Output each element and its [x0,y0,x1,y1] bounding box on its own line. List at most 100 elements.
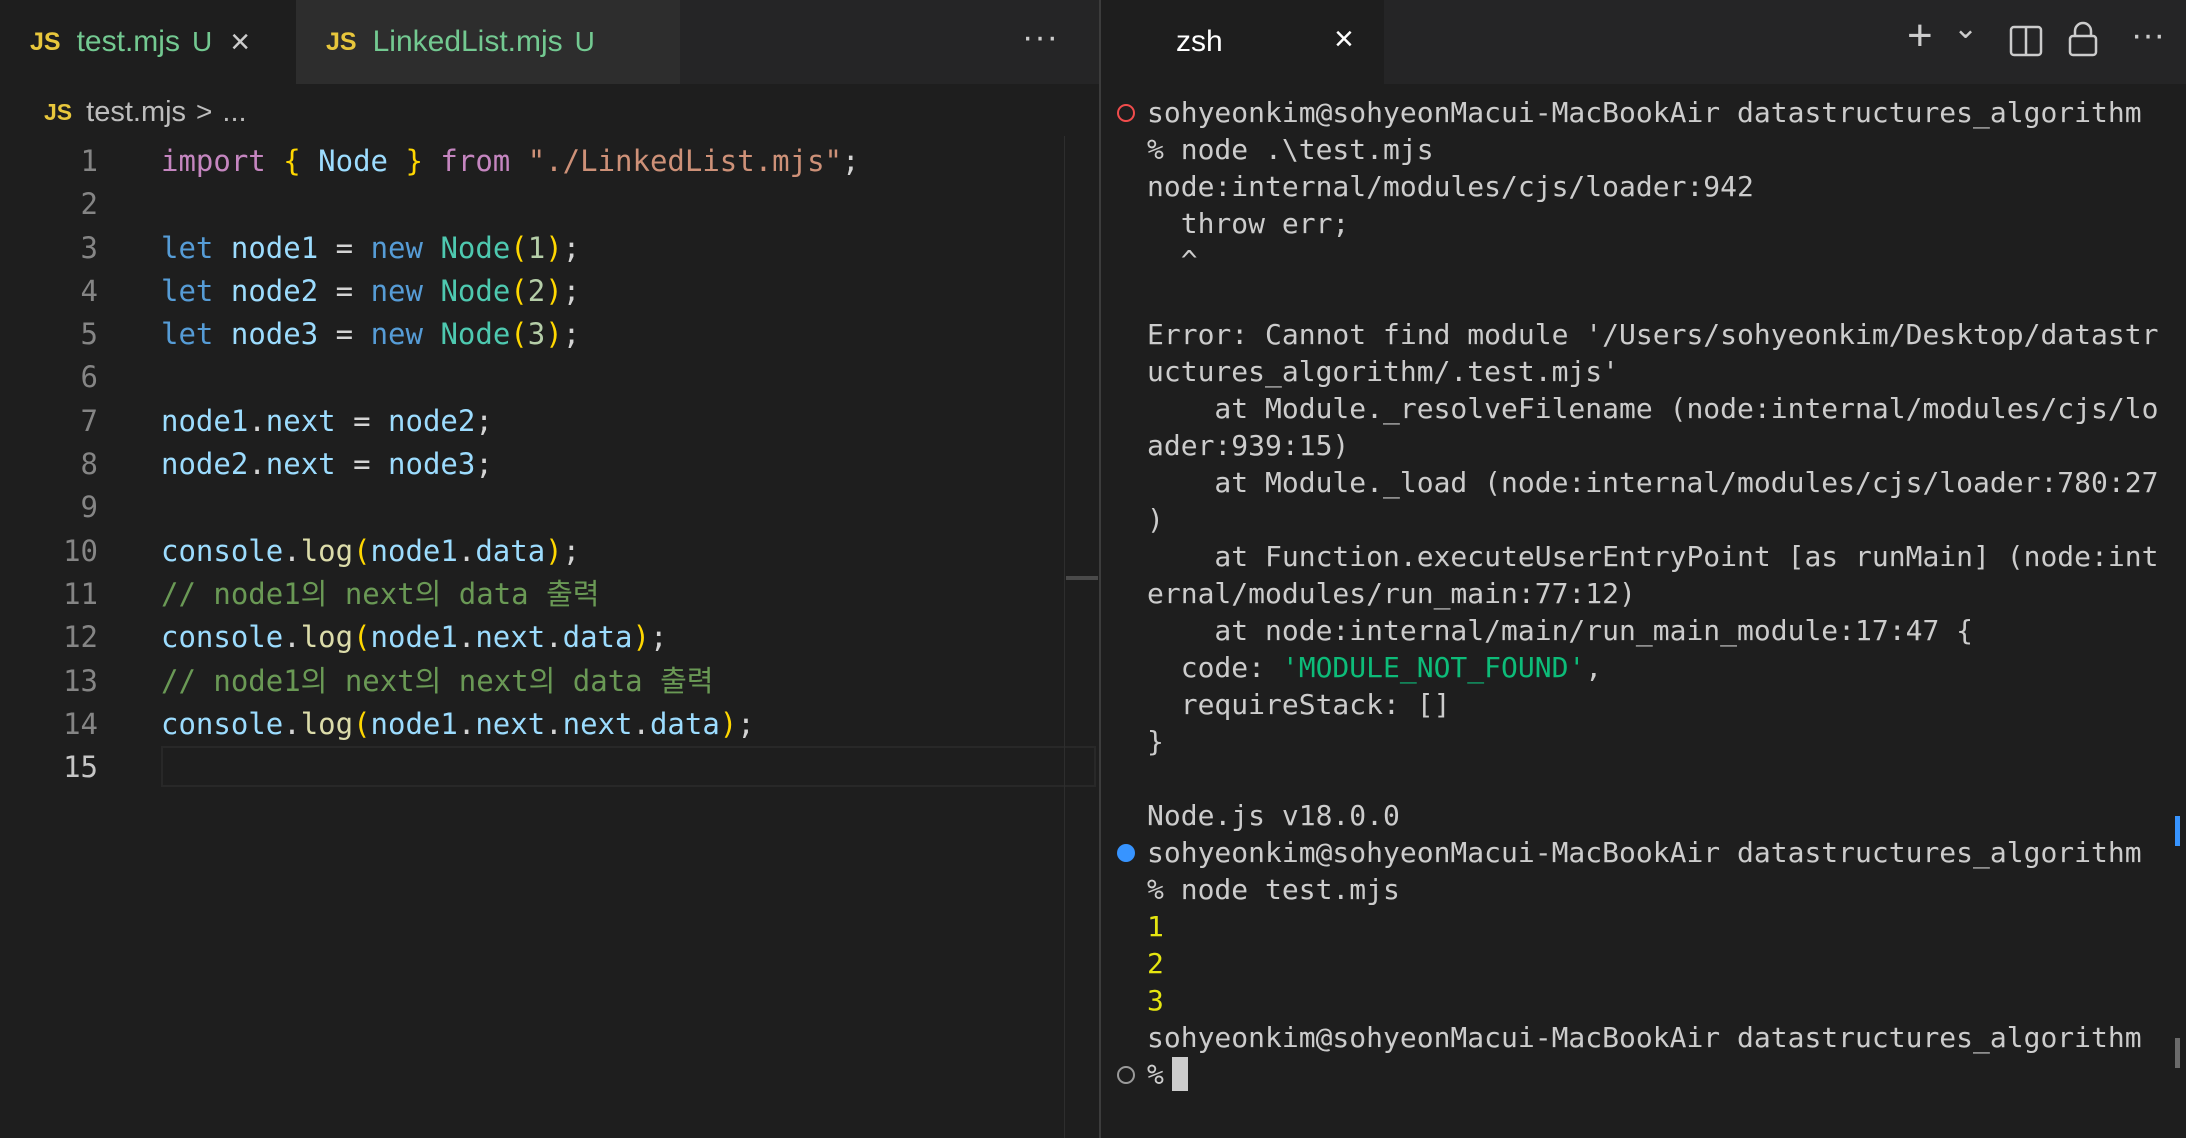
code-line: 9 [0,486,1100,529]
terminal-prompt-line: % [1147,1056,1188,1093]
untracked-badge: U [191,26,213,57]
code-line: 14 console.log(node1.next.next.data); [0,703,1100,746]
code-line: 5 let node3 = new Node(3); [0,313,1100,356]
terminal-line: at Function.executeUserEntryPoint [as ru… [1147,540,2159,573]
chevron-right-icon: > [196,96,213,127]
code-line: 4 let node2 = new Node(2); [0,270,1100,313]
line-number: 10 [63,533,98,568]
code-content: console.log(node1.next.data); [161,620,668,655]
code-comment: // node1의 next의 next의 data 출력 [161,663,714,698]
code-line: 6 [0,356,1100,399]
line-number: 12 [63,620,98,655]
terminal-line: Node.js v18.0.0 [1147,799,1400,832]
line-number: 5 [80,317,98,352]
terminal-line: throw err; [1147,207,1350,240]
code-content: import { Node } from "./LinkedList.mjs"; [161,144,860,178]
code-line: 8 node2.next = node3; [0,443,1100,486]
line-number: 7 [80,403,98,438]
code-content: console.log(node1.next.next.data); [161,706,755,741]
untracked-badge: U [574,26,595,57]
terminal-line: uctures_algorithm/.test.mjs' [1147,355,1620,388]
code-line-current: 15 [0,746,1100,789]
code-content: console.log(node1.data); [161,533,581,568]
code-content: let node3 = new Node(3); [161,317,581,352]
line-number: 8 [80,447,98,482]
terminal-line: % node test.mjs [1147,873,1400,906]
line-number: 6 [80,360,98,395]
success-decoration-icon[interactable] [1117,844,1135,862]
tab-test-mjs[interactable]: JS test.mjs U × [0,0,296,84]
terminal-pane: zsh × + ⌄ ··· sohyeonkim@sohyeonMacui-Ma… [1101,0,2186,1138]
line-number: 14 [63,706,98,741]
terminal-line: 3 [1147,984,1164,1017]
line-number: 13 [63,663,98,698]
terminal-line: 1 [1147,910,1164,943]
code-line: 1 import { Node } from "./LinkedList.mjs… [0,140,1100,183]
breadcrumb-more[interactable]: ... [222,96,246,129]
code-line: 11 // node1의 next의 data 출력 [0,573,1100,616]
code-line: 13 // node1의 next의 next의 data 출력 [0,660,1100,703]
line-number: 3 [80,230,98,265]
terminal-line: code: 'MODULE_NOT_FOUND', [1147,651,1603,684]
more-actions-icon[interactable]: ··· [1022,18,1059,57]
terminal-line: ader:939:15) [1147,429,1350,462]
terminal-line: % node .\test.mjs [1147,133,1434,166]
close-icon[interactable]: × [230,25,250,59]
terminal-output[interactable]: sohyeonkim@sohyeonMacui-MacBookAir datas… [1101,94,2186,1093]
code-content: node1.next = node2; [161,403,493,438]
lock-icon[interactable] [2067,20,2099,58]
breadcrumb-file[interactable]: test.mjs [86,96,186,129]
code-line: 12 console.log(node1.next.data); [0,616,1100,659]
code-comment: // node1의 next의 data 출력 [161,576,600,611]
terminal-line: Error: Cannot find module '/Users/sohyeo… [1147,318,2159,351]
line-number: 4 [80,273,98,308]
overview-ruler [1064,136,1065,1138]
error-decoration-icon[interactable] [1117,104,1135,122]
code-content: let node2 = new Node(2); [161,273,581,308]
terminal-tab-bar: zsh × + ⌄ ··· [1101,0,2186,84]
tab-linkedlist-mjs[interactable]: JS LinkedList.mjs U [296,0,680,84]
terminal-line: at Module._resolveFilename (node:interna… [1147,392,2159,425]
code-content: let node1 = new Node(1); [161,230,581,265]
terminal-line: ) [1147,503,1164,536]
tab-label: LinkedList.mjs [372,25,563,58]
line-number: 1 [80,144,98,178]
js-file-icon: JS [44,98,73,125]
tab-label: zsh [1176,25,1223,58]
code-line: 7 node1.next = node2; [0,400,1100,443]
split-icon[interactable] [2009,24,2043,58]
scrollbar-slider[interactable] [1066,576,1098,580]
breadcrumb: JS test.mjs > ... [0,84,1100,140]
chevron-down-icon[interactable]: ⌄ [1953,14,1978,44]
terminal-line: at Module._load (node:internal/modules/c… [1147,466,2159,499]
tab-zsh[interactable]: zsh × [1101,0,1384,84]
code-content: node2.next = node3; [161,447,493,482]
add-icon[interactable]: + [1907,14,1933,58]
terminal-line: sohyeonkim@sohyeonMacui-MacBookAir datas… [1147,836,2142,869]
terminal-line: ernal/modules/run_main:77:12) [1147,577,1636,610]
editor-tab-bar: JS test.mjs U × JS LinkedList.mjs U ··· [0,0,1100,84]
line-number: 11 [63,576,98,611]
terminal-line: sohyeonkim@sohyeonMacui-MacBookAir datas… [1147,96,2142,129]
scrollbar-mark [2175,816,2180,846]
terminal-line: requireStack: [] [1147,688,1451,721]
code-line: 3 let node1 = new Node(1); [0,227,1100,270]
line-number: 15 [63,750,98,785]
terminal-line: } [1147,725,1164,758]
editor-pane: JS test.mjs U × JS LinkedList.mjs U ··· … [0,0,1100,1138]
js-file-icon: JS [30,27,61,56]
terminal-line: 2 [1147,947,1164,980]
terminal-line: ^ [1147,244,1198,277]
terminal-line: sohyeonkim@sohyeonMacui-MacBookAir datas… [1147,1021,2142,1054]
code-editor[interactable]: 1 import { Node } from "./LinkedList.mjs… [0,140,1100,789]
close-icon[interactable]: × [1334,22,1354,56]
pending-decoration-icon[interactable] [1117,1066,1135,1084]
scrollbar-slider[interactable] [2175,1038,2180,1068]
code-line: 2 [0,183,1100,226]
current-line-highlight [161,746,1096,788]
more-actions-icon[interactable]: ··· [2131,18,2165,52]
terminal-cursor [1171,1057,1188,1091]
code-line: 10 console.log(node1.data); [0,530,1100,573]
js-file-icon: JS [326,27,357,56]
terminal-line: node:internal/modules/cjs/loader:942 [1147,170,1754,203]
